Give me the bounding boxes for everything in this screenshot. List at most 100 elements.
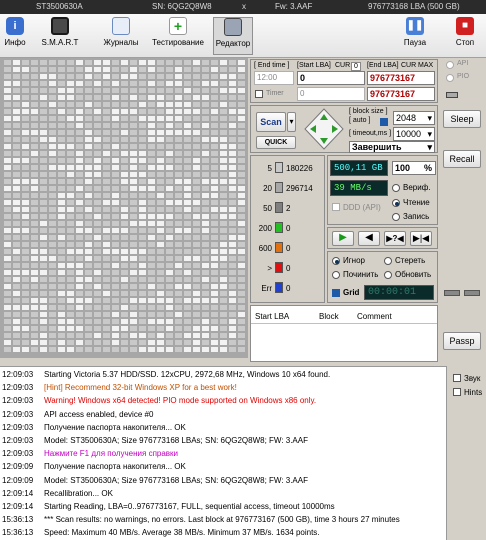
- table-column-header[interactable]: Start LBA: [255, 312, 289, 321]
- timeout-select[interactable]: 10000 ▾: [393, 127, 435, 141]
- end-lba-input[interactable]: 976773167: [367, 71, 435, 85]
- grid-block: [31, 60, 38, 65]
- grid-block: [175, 207, 182, 212]
- table-column-header[interactable]: Block: [319, 312, 339, 321]
- grid-block: [31, 214, 38, 219]
- scan-button[interactable]: Scan: [256, 112, 286, 132]
- end-lba-current[interactable]: 976773167: [367, 87, 435, 101]
- grid-block: [148, 277, 155, 282]
- grid-block: [238, 256, 245, 261]
- grid-block: [148, 193, 155, 198]
- grid-checkbox[interactable]: [332, 289, 340, 297]
- grid-block: [166, 151, 173, 156]
- api-radio[interactable]: [446, 61, 454, 69]
- grid-block: [139, 67, 146, 72]
- grid-block: [67, 249, 74, 254]
- refresh-radio[interactable]: [384, 271, 392, 279]
- grid-block: [139, 102, 146, 107]
- grid-block: [76, 207, 83, 212]
- grid-block: [238, 60, 245, 65]
- timer-checkbox[interactable]: [255, 90, 263, 98]
- ddd-checkbox[interactable]: [332, 203, 340, 211]
- read-radio[interactable]: [392, 199, 400, 207]
- jump-button[interactable]: ▶?◀: [384, 231, 406, 246]
- sleep-button[interactable]: Sleep: [443, 110, 481, 128]
- grid-block: [13, 102, 20, 107]
- grid-block: [94, 137, 101, 142]
- start-cur-value[interactable]: 0: [351, 62, 361, 71]
- testing-button[interactable]: + Тестирование: [150, 17, 206, 55]
- scan-dropdown[interactable]: ▾: [287, 112, 296, 132]
- grid-block: [49, 228, 56, 233]
- stop-button[interactable]: ■ Стоп: [452, 17, 478, 55]
- pio-radio[interactable]: [446, 74, 454, 82]
- grid-block: [175, 242, 182, 247]
- grid-block: [121, 165, 128, 170]
- play-button[interactable]: ▶: [332, 231, 354, 246]
- start-lba-input[interactable]: 0: [297, 71, 365, 85]
- max-label[interactable]: MAX: [418, 62, 433, 69]
- sound-checkbox[interactable]: [453, 374, 461, 382]
- grid-block: [130, 81, 137, 86]
- grid-block: [220, 130, 227, 135]
- quick-button[interactable]: QUICK: [256, 136, 296, 149]
- passport-button[interactable]: Passp: [443, 332, 481, 350]
- editor-button[interactable]: Редактор: [213, 17, 253, 55]
- grid-block: [31, 109, 38, 114]
- erase-radio[interactable]: [384, 257, 392, 265]
- verify-radio[interactable]: [392, 184, 400, 192]
- grid-block: [139, 249, 146, 254]
- finish-action-select[interactable]: Завершить ▾: [349, 141, 435, 153]
- grid-block: [202, 144, 209, 149]
- bad-block-table[interactable]: Start LBA Block Comment: [250, 305, 438, 362]
- timer-input[interactable]: 0: [297, 87, 365, 101]
- grid-block: [202, 193, 209, 198]
- ignore-radio[interactable]: [332, 257, 340, 265]
- grid-block: [112, 144, 119, 149]
- grid-block: [121, 193, 128, 198]
- grid-block: [166, 88, 173, 93]
- hints-checkbox[interactable]: [453, 388, 461, 396]
- grid-block: [67, 123, 74, 128]
- log-message: Speed: Maximum 40 MB/s. Average 38 MB/s.…: [44, 528, 320, 538]
- write-radio[interactable]: [392, 213, 400, 221]
- recall-button[interactable]: Recall: [443, 150, 481, 168]
- grid-block: [238, 326, 245, 331]
- grid-block: [193, 221, 200, 226]
- log-time: 12:09:09: [2, 462, 34, 472]
- grid-block: [22, 102, 29, 107]
- pause-button[interactable]: ❚❚ Пауза: [402, 17, 428, 55]
- end-time-input[interactable]: 12:00: [254, 71, 294, 85]
- auto-checkbox[interactable]: [380, 118, 388, 126]
- end-button[interactable]: ▶|◀: [410, 231, 432, 246]
- grid-block: [175, 319, 182, 324]
- latency-color-swatch: [275, 162, 283, 173]
- close-drive-icon[interactable]: x: [242, 2, 246, 11]
- grid-block: [175, 144, 182, 149]
- grid-block: [40, 186, 47, 191]
- smart-button[interactable]: S.M.A.R.T: [34, 17, 86, 55]
- repair-radio[interactable]: [332, 271, 340, 279]
- grid-block: [175, 123, 182, 128]
- table-column-header[interactable]: Comment: [357, 312, 392, 321]
- grid-block: [31, 256, 38, 261]
- grid-block: [202, 109, 209, 114]
- journals-button[interactable]: Журналы: [102, 17, 140, 55]
- grid-block: [229, 256, 236, 261]
- event-log[interactable]: 12:09:03 Starting Victoria 5.37 HDD/SSD. …: [0, 366, 446, 540]
- grid-block: [58, 214, 65, 219]
- grid-block: [103, 298, 110, 303]
- grid-block: [130, 144, 137, 149]
- grid-block: [157, 207, 164, 212]
- grid-block: [220, 179, 227, 184]
- back-button[interactable]: ◀: [358, 231, 380, 246]
- direction-pad[interactable]: [304, 108, 344, 150]
- block-size-select[interactable]: 2048 ▾: [393, 111, 435, 125]
- latency-color-swatch: [275, 282, 283, 293]
- grid-block: [130, 326, 137, 331]
- grid-block: [193, 214, 200, 219]
- info-button[interactable]: i Инфо: [2, 17, 28, 55]
- grid-block: [85, 291, 92, 296]
- grid-block: [211, 340, 218, 345]
- scan-block-grid: [0, 58, 248, 358]
